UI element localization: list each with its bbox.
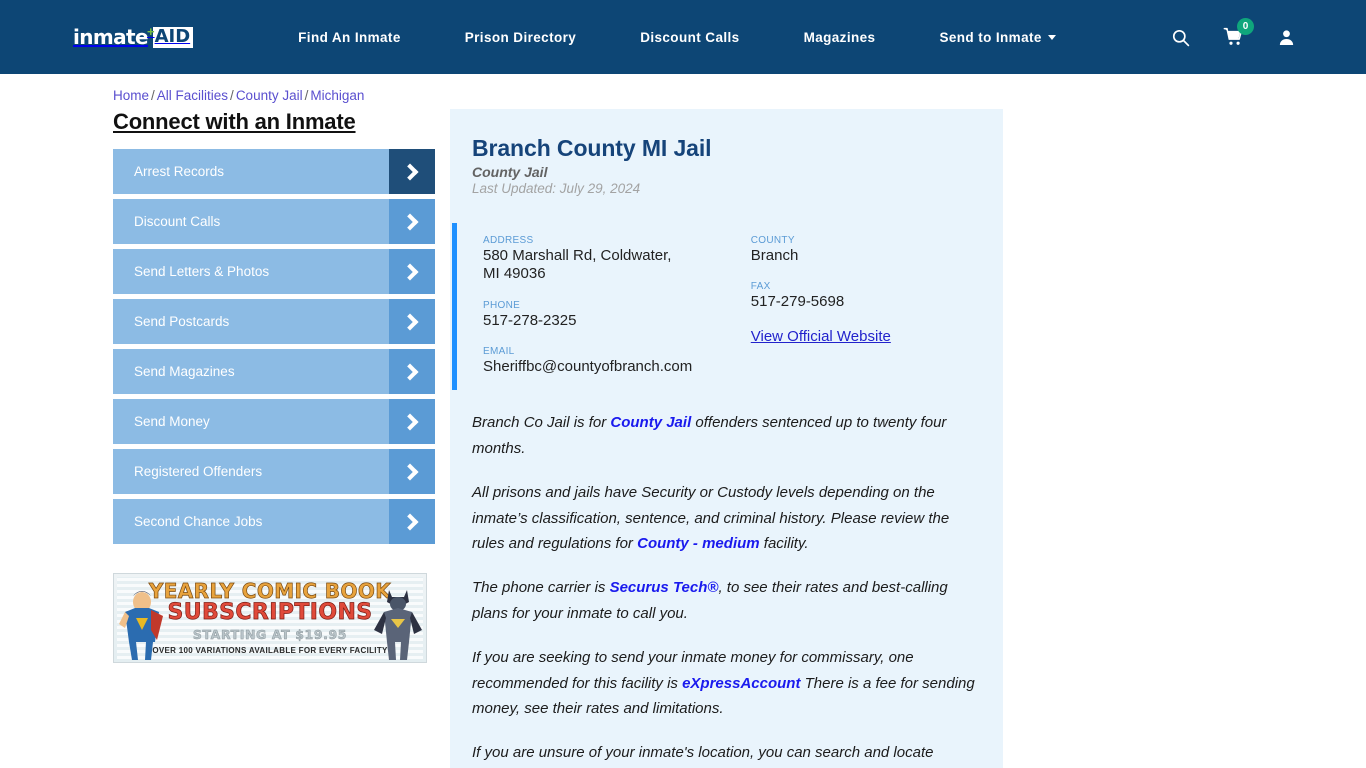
breadcrumb-separator: / xyxy=(230,88,234,103)
breadcrumb: Home / All Facilities / County Jail / Michigan xyxy=(113,88,1366,103)
breadcrumb-item-home[interactable]: Home xyxy=(113,88,149,103)
nav-label: Send to Inmate xyxy=(939,29,1042,45)
chevron-right-icon xyxy=(389,149,435,194)
address-label: ADDRESS xyxy=(483,235,534,246)
description-paragraph-3: The phone carrier is Securus Tech®, to s… xyxy=(472,575,981,627)
breadcrumb-separator: / xyxy=(151,88,155,103)
fax-value: 517-279-5698 xyxy=(750,293,845,311)
sidebar-item-label: Discount Calls xyxy=(134,214,221,229)
sidebar-item-label: Arrest Records xyxy=(134,164,225,179)
sidebar-item-arrest-records[interactable]: Arrest Records xyxy=(113,149,435,194)
superman-figure-icon xyxy=(119,591,163,660)
phone-label: PHONE xyxy=(483,299,521,311)
p2-link-county-medium[interactable]: County - medium xyxy=(637,535,760,552)
batman-figure-icon xyxy=(374,590,422,660)
nav-item-magazines[interactable]: Magazines xyxy=(772,30,908,45)
sidebar-item-label: Send Letters & Photos xyxy=(134,264,270,279)
p2-text-c: facility. xyxy=(759,535,809,553)
user-icon[interactable] xyxy=(1277,28,1296,47)
chevron-down-icon xyxy=(1047,34,1056,40)
p1-link-county-jail[interactable]: County Jail xyxy=(610,414,691,431)
p3-link-securus-tech[interactable]: Securus Tech® xyxy=(610,579,719,596)
page-body: Home / All Facilities / County Jail / Michigan… xyxy=(0,88,1366,768)
nav-item-prison-directory[interactable]: Prison Directory xyxy=(433,30,608,45)
p5-text-a: If you are unsure of your inmate's locat… xyxy=(472,744,934,762)
breadcrumb-item-county-jail[interactable]: County Jail xyxy=(236,88,303,103)
email-value: Sheriffbc@countyofbranch.com xyxy=(483,357,693,375)
sidebar-item-label: Send Postcards xyxy=(134,314,230,329)
phone-value: 517-278-2325 xyxy=(483,311,577,329)
county-label: COUNTY xyxy=(750,235,795,246)
nav-item-discount-calls[interactable]: Discount Calls xyxy=(608,30,771,45)
chevron-right-icon xyxy=(389,349,435,394)
logo-text-inmate: inmate xyxy=(73,25,149,49)
sidebar-item-label: Second Chance Jobs xyxy=(134,514,263,529)
sidebar-item-send-money[interactable]: Send Money xyxy=(113,399,435,444)
sidebar-item-label: Send Magazines xyxy=(134,364,235,379)
description-paragraph-1: Branch Co Jail is for County Jail offend… xyxy=(472,410,981,462)
header-icon-group: 0 xyxy=(1171,18,1296,47)
sidebar-item-label: Registered Offenders xyxy=(134,464,263,479)
breadcrumb-item-michigan[interactable]: Michigan xyxy=(310,88,364,103)
sidebar-item-second-chance-jobs[interactable]: Second Chance Jobs xyxy=(113,499,435,544)
address-value: 580 Marshall Rd, Coldwater, MI 49036 xyxy=(483,247,672,283)
sidebar-item-send-letters-photos[interactable]: Send Letters & Photos xyxy=(113,249,435,294)
info-column-left: ADDRESS 580 Marshall Rd, Coldwater, MI 4… xyxy=(483,235,751,376)
p4-link-expressaccount[interactable]: eXpressAccount xyxy=(682,675,800,692)
ad-headline-1: YEARLY COMIC BOOK xyxy=(148,578,392,603)
sidebar-item-label: Send Money xyxy=(134,414,210,429)
sidebar-item-send-postcards[interactable]: Send Postcards xyxy=(113,299,435,344)
chevron-right-icon xyxy=(389,399,435,444)
site-header: inmate + AID Find An Inmate Prison Direc… xyxy=(0,0,1366,74)
sidebar-item-send-magazines[interactable]: Send Magazines xyxy=(113,349,435,394)
last-updated-text: Last Updated: July 29, 2024 xyxy=(472,181,641,196)
cart-icon[interactable]: 0 xyxy=(1223,18,1254,47)
facility-type: County Jail xyxy=(472,164,548,180)
ad-price-text: STARTING AT $19.95 xyxy=(192,627,348,643)
county-value: Branch xyxy=(750,247,799,264)
description-paragraph-2: All prisons and jails have Security or C… xyxy=(472,480,981,557)
nav-label: Find An Inmate xyxy=(298,29,401,45)
nav-label: Discount Calls xyxy=(640,29,740,45)
sidebar: Connect with an Inmate Arrest Records Di… xyxy=(113,109,435,768)
chevron-right-icon xyxy=(389,199,435,244)
fax-label: FAX xyxy=(750,281,771,293)
cart-count-badge: 0 xyxy=(1237,18,1254,35)
nav-item-send-to-inmate[interactable]: Send to Inmate xyxy=(907,30,1087,45)
nav-label: Magazines xyxy=(803,29,876,45)
facility-description: Branch Co Jail is for County Jail offend… xyxy=(472,410,981,766)
site-logo[interactable]: inmate + AID xyxy=(73,22,194,52)
logo-text-aid: AID xyxy=(152,26,194,48)
email-label: EMAIL xyxy=(483,345,515,357)
page-title: Branch County MI Jail xyxy=(472,135,712,161)
logo-plus-icon: + xyxy=(146,23,155,39)
sidebar-item-registered-offenders[interactable]: Registered Offenders xyxy=(113,449,435,494)
sidebar-title: Connect with an Inmate xyxy=(113,109,356,134)
chevron-right-icon xyxy=(389,499,435,544)
description-paragraph-4: If you are seeking to send your inmate m… xyxy=(472,645,981,722)
p1-text-a: Branch Co Jail is for xyxy=(472,414,611,432)
comic-book-ad-banner[interactable]: YEARLY COMIC BOOK SUBSCRIPTIONS STARTING… xyxy=(113,573,427,663)
breadcrumb-item-all-facilities[interactable]: All Facilities xyxy=(157,88,228,103)
facility-info-block: ADDRESS 580 Marshall Rd, Coldwater, MI 4… xyxy=(452,223,1003,391)
sidebar-item-discount-calls[interactable]: Discount Calls xyxy=(113,199,435,244)
chevron-right-icon xyxy=(389,249,435,294)
ad-headline-2: SUBSCRIPTIONS xyxy=(167,599,373,625)
nav-item-find-an-inmate[interactable]: Find An Inmate xyxy=(266,30,433,45)
view-official-website-link[interactable]: View Official Website xyxy=(751,328,891,345)
info-column-right: COUNTY Branch FAX 517-279-5698 View Offi… xyxy=(751,235,1003,376)
page-layout: Connect with an Inmate Arrest Records Di… xyxy=(0,109,1366,768)
search-icon[interactable] xyxy=(1171,28,1190,47)
chevron-right-icon xyxy=(389,449,435,494)
nav-label: Prison Directory xyxy=(464,29,577,45)
chevron-right-icon xyxy=(389,299,435,344)
description-paragraph-5: If you are unsure of your inmate's locat… xyxy=(472,740,981,766)
main-nav: Find An Inmate Prison Directory Discount… xyxy=(266,30,1088,45)
p3-text-a: The phone carrier is xyxy=(472,579,610,597)
facility-content-panel: Branch County MI Jail County Jail Last U… xyxy=(450,109,1003,768)
ad-subtext: OVER 100 VARIATIONS AVAILABLE FOR EVERY … xyxy=(152,646,388,656)
